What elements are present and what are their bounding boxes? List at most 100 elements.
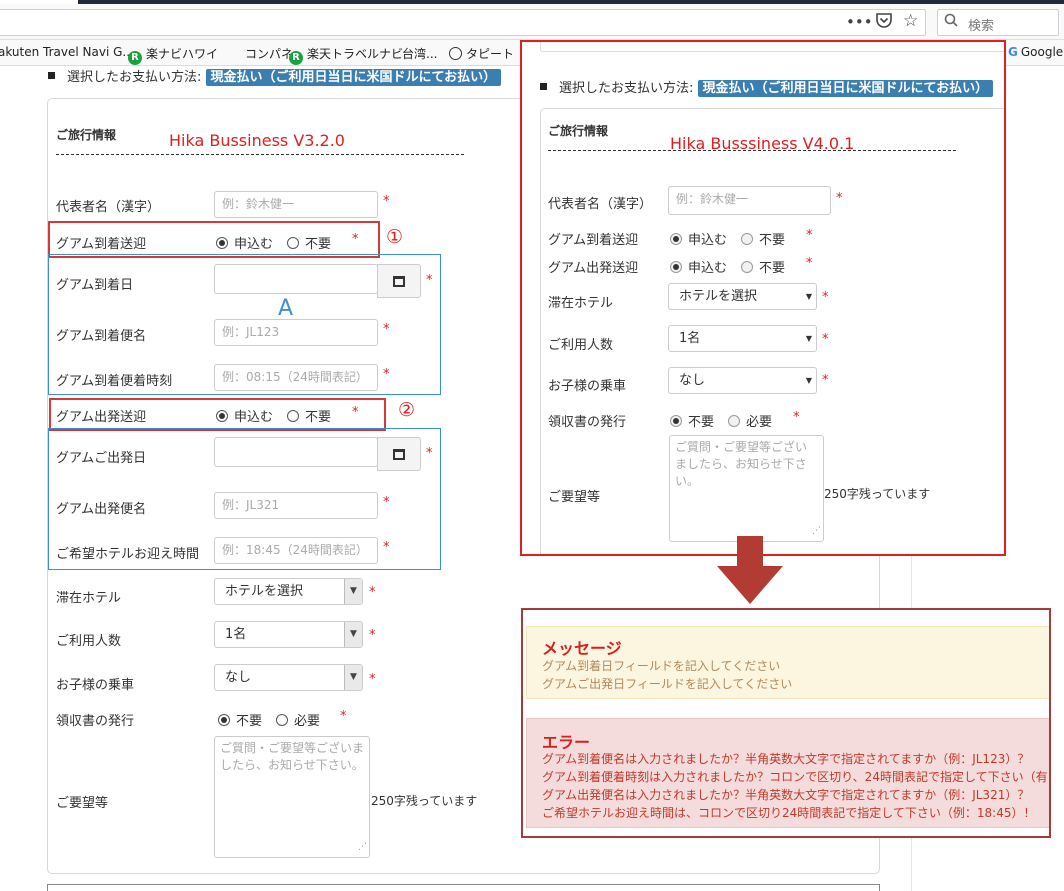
- people-label: ご利用人数: [56, 634, 122, 649]
- people-select[interactable]: 1名 ▼: [668, 325, 817, 352]
- version-label-new: Hika Busssiness V4.0.1: [670, 134, 855, 153]
- rep-name-input[interactable]: 例：鈴木健一: [668, 186, 831, 215]
- required-mark: *: [426, 446, 433, 461]
- annotation-letter-a: A: [278, 296, 294, 321]
- arrival-flight-input[interactable]: 例：JL123: [214, 319, 378, 346]
- required-mark: *: [836, 191, 843, 206]
- rakuten-icon: R: [289, 51, 303, 65]
- people-select[interactable]: 1名 ▼: [214, 621, 363, 648]
- error-line: ご希望ホテルお迎え時間は、コロンで区切り24時間表記で指定して下さい（例：18:…: [542, 806, 1036, 820]
- chevron-down-icon: ▼: [805, 376, 812, 385]
- message-title: メッセージ: [542, 639, 622, 658]
- chevron-down-icon: ▼: [344, 665, 362, 690]
- rakuten-icon: R: [128, 51, 142, 65]
- receipt-label: 領収書の発行: [548, 415, 627, 430]
- message-line: グアムご出発日フィールドを記入してください: [542, 677, 793, 691]
- children-select[interactable]: なし ▼: [668, 367, 817, 394]
- pocket-icon[interactable]: [876, 13, 892, 32]
- bookmark-item[interactable]: G Google: [1008, 45, 1063, 59]
- arrival-time-input[interactable]: 例：08:15（24時間表記）: [214, 364, 378, 391]
- calendar-icon: [393, 275, 405, 287]
- required-mark: *: [822, 290, 829, 305]
- resize-grip-icon[interactable]: ⋰: [812, 523, 821, 540]
- receipt-no-radio[interactable]: [670, 414, 682, 427]
- required-mark: *: [426, 273, 433, 288]
- required-mark: *: [383, 322, 390, 337]
- departure-flight-label: グアム出発便名: [56, 502, 147, 517]
- resize-grip-icon[interactable]: ⋰: [358, 839, 367, 856]
- arrival-date-input[interactable]: [214, 264, 378, 294]
- receipt-radio-group: 不要 必要: [218, 710, 320, 729]
- hotel-select[interactable]: ホテルを選択 ▼: [668, 283, 817, 310]
- chevron-down-icon: ▼: [805, 292, 812, 301]
- chevron-down-icon: ▼: [805, 334, 812, 343]
- requests-textarea[interactable]: ご質問・ご要望等ございましたら、お知らせ下さい。 ⋰: [669, 435, 824, 542]
- required-mark: *: [340, 709, 347, 724]
- bookmark-item[interactable]: タピート: [449, 45, 514, 62]
- validation-messages: メッセージ グアム到着日フィールドを記入してください グアムご出発日フィールドを…: [521, 608, 1051, 838]
- receipt-radio-group: 不要 必要: [670, 411, 772, 430]
- annotation-box-1: [48, 221, 380, 258]
- arrival-pickup-label: グアム到着送迎: [548, 233, 639, 248]
- payment-method-badge: 現金払い（ご利用日当日に米国ドルにてお払い）: [697, 80, 994, 97]
- departure-date-calendar-button[interactable]: [377, 437, 421, 471]
- required-mark: *: [369, 672, 376, 687]
- children-select[interactable]: なし ▼: [214, 664, 363, 691]
- bookmark-item[interactable]: R 楽天トラベルナビ: [289, 45, 403, 65]
- hotel-pickup-time-input[interactable]: 例：18:45（24時間表記）: [214, 537, 378, 564]
- section-title: ご旅行情報: [548, 124, 609, 138]
- required-mark: *: [822, 373, 829, 388]
- arrival-pickup-no-radio[interactable]: [741, 232, 754, 245]
- browser-navbar: ••• ☆ 検索: [0, 4, 1064, 40]
- payment-method-line: 選択したお支払い方法: 現金払い（ご利用日当日に米国ドルにてお払い）: [540, 77, 994, 97]
- children-label: お子様の乗車: [56, 678, 135, 693]
- departure-pickup-yes-radio[interactable]: [670, 260, 682, 273]
- arrival-pickup-yes-radio[interactable]: [670, 232, 682, 245]
- arrival-pickup-radio-group: 申込む 不要: [670, 229, 785, 248]
- requests-label: ご要望等: [56, 796, 109, 811]
- arrival-date-calendar-button[interactable]: [377, 264, 421, 298]
- hotel-select[interactable]: ホテルを選択 ▼: [214, 578, 363, 605]
- departure-pickup-no-radio[interactable]: [741, 260, 754, 273]
- requests-label: ご要望等: [548, 490, 601, 505]
- error-line: グアム出発便名は入力されましたか？半角英数大文字で指定されてますか（例：JL32…: [542, 788, 1030, 802]
- url-bar[interactable]: [0, 9, 926, 36]
- chevron-down-icon: ▼: [344, 579, 362, 604]
- hotel-label: 滞在ホテル: [56, 591, 122, 606]
- next-panel-edge: [47, 884, 880, 891]
- page-actions-menu-icon[interactable]: •••: [846, 13, 873, 31]
- bullet-square-icon: [540, 83, 547, 90]
- receipt-yes-radio[interactable]: [728, 414, 741, 427]
- bookmark-item[interactable]: 台湾...: [402, 45, 437, 62]
- receipt-no-radio[interactable]: [218, 713, 230, 726]
- bookmark-star-icon[interactable]: ☆: [903, 11, 918, 31]
- departure-flight-input[interactable]: 例：JL321: [214, 492, 378, 519]
- bookmark-item[interactable]: akuten Travel Navi G...: [0, 45, 134, 59]
- panel-top-edge: [540, 42, 1004, 52]
- receipt-yes-radio[interactable]: [276, 713, 289, 726]
- arrival-flight-label: グアム到着便名: [56, 329, 147, 344]
- required-mark: *: [383, 540, 390, 555]
- annotation-box-2: [49, 398, 386, 431]
- required-mark: *: [383, 495, 390, 510]
- departure-date-input[interactable]: [214, 437, 378, 467]
- remaining-chars: 250字残っています: [824, 487, 931, 501]
- hotel-pickup-time-label: ご希望ホテルお迎え時間: [56, 547, 200, 562]
- people-label: ご利用人数: [548, 338, 614, 353]
- section-title: ご旅行情報: [56, 128, 117, 142]
- search-input[interactable]: 検索: [937, 9, 1059, 36]
- rep-name-input[interactable]: 例：鈴木健一: [214, 191, 378, 218]
- departure-date-label: グアムご出発日: [56, 451, 147, 466]
- hotel-label: 滞在ホテル: [548, 296, 614, 311]
- departure-pickup-radio-group: 申込む 不要: [670, 257, 785, 276]
- bookmark-item[interactable]: R 楽ナビハワイ: [128, 45, 218, 65]
- bookmark-item[interactable]: コンパネ: [245, 45, 293, 62]
- annotation-number-2: ②: [398, 399, 416, 421]
- required-mark: *: [822, 332, 829, 347]
- requests-textarea[interactable]: ご質問・ご要望等ございましたら、お知らせ下さい。 ⋰: [214, 736, 370, 858]
- rep-name-label: 代表者名（漢字）: [56, 200, 161, 215]
- annotation-number-1: ①: [386, 226, 404, 248]
- error-panel: エラー グアム到着便名は入力されましたか？半角英数大文字で指定されてますか（例：…: [526, 718, 1049, 828]
- payment-method-line: 選択したお支払い方法: 現金払い（ご利用日当日に米国ドルにてお払い）: [48, 66, 502, 86]
- receipt-label: 領収書の発行: [56, 714, 135, 729]
